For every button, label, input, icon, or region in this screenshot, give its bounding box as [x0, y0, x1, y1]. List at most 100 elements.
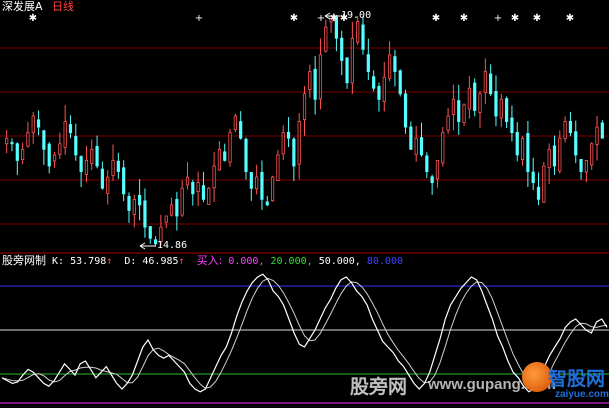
candle-body [169, 204, 174, 216]
candle-body [409, 126, 413, 150]
candle-body [478, 93, 482, 113]
candle-body [574, 131, 578, 156]
candle-body [270, 176, 275, 202]
candle-body [255, 176, 259, 190]
candle-body [84, 160, 89, 175]
candle-body [286, 131, 291, 139]
candle-body [419, 137, 424, 156]
signal-marker-icon: ✱ [432, 13, 440, 24]
candle-body [350, 37, 354, 84]
candle-body [116, 160, 120, 172]
candle-body [276, 154, 280, 181]
candle-body [26, 132, 30, 147]
kline-chart[interactable]: ✱ + ✱ + ✱ ✱ ✱ ✱ + ✱ ✱ ✱ [0, 0, 609, 408]
candle-body [201, 185, 206, 200]
candle-body [233, 115, 237, 130]
candle-body [302, 93, 307, 120]
candle-body [494, 91, 498, 117]
level-50-value: 50.000, [318, 256, 361, 267]
candle-body [457, 100, 461, 122]
d-arrow-icon: ↑ [178, 256, 185, 267]
candle-body [446, 115, 450, 131]
candle-body [462, 104, 466, 123]
candle-body [90, 148, 94, 164]
candle-body [5, 137, 9, 145]
signal-marker-icon: + [494, 13, 502, 24]
candle-body [403, 93, 408, 128]
candle-body [377, 86, 381, 100]
candle-body [74, 136, 78, 156]
level-80-value: 80.000 [366, 256, 403, 267]
k-label: K: [52, 256, 65, 267]
candle-body [505, 98, 509, 122]
candle-body [552, 145, 557, 167]
candle-body [249, 172, 253, 189]
candle-body [21, 148, 25, 160]
candle-body [180, 187, 184, 216]
period-label[interactable]: 日线 [52, 1, 74, 13]
candle-body [531, 171, 535, 184]
candle-body [425, 155, 429, 172]
candle-body [600, 122, 604, 139]
candle-body [387, 54, 392, 79]
candle-body [95, 146, 99, 167]
candle-body [536, 186, 541, 200]
candle-body [143, 200, 147, 228]
watermark-logo-cn: 智股网 [548, 368, 606, 390]
indicator-name[interactable]: 股旁网制 [2, 254, 46, 267]
candle-body [47, 143, 51, 167]
candle-body [36, 119, 41, 128]
candle-body [42, 130, 46, 150]
candle-body [340, 37, 344, 61]
signal-marker-icon: ✱ [460, 13, 468, 24]
candle-body [483, 71, 487, 93]
watermark-site-cn: 股旁网 [350, 376, 408, 398]
candle-body [563, 121, 567, 139]
candle-body [58, 143, 62, 155]
candle-body [52, 154, 57, 162]
candle-body [148, 226, 152, 239]
candle-body [217, 148, 222, 171]
candle-body [499, 98, 503, 119]
candle-body [281, 132, 285, 155]
candle-body [547, 148, 551, 169]
candle-body [441, 132, 445, 164]
candle-body [473, 82, 477, 111]
signal-marker-icon: ✱ [511, 13, 519, 24]
candle-body [590, 143, 594, 166]
d-label: D: [124, 256, 137, 267]
candle-body [297, 121, 301, 165]
candle-body [366, 54, 370, 72]
candle-body [10, 142, 14, 145]
candle-body [196, 182, 200, 192]
candle-body [122, 167, 126, 195]
candle-body [68, 124, 73, 134]
candle-body [579, 159, 583, 172]
candle-body [515, 131, 519, 156]
candle-body [361, 24, 365, 50]
k-value: 53.798 [70, 256, 107, 267]
candle-body [127, 195, 131, 211]
k-arrow-icon: ↑ [106, 256, 113, 267]
candle-body [435, 160, 440, 180]
signal-marker-icon: ✱ [290, 13, 298, 24]
candle-body [260, 171, 264, 200]
candle-body [308, 71, 312, 90]
signal-marker-icon: ✱ [330, 13, 338, 24]
indicator-header: 股旁网制 K: 53.798↑, D: 46.985↑, 买入: 0.000, … [2, 254, 403, 268]
watermark-logo-url: zaiyue.com [555, 389, 609, 400]
candle-body [414, 137, 418, 155]
signal-marker-icon: ✱ [566, 13, 574, 24]
candle-body [324, 26, 328, 52]
candle-body [63, 121, 67, 148]
candle-body [239, 121, 243, 139]
signal-marker-icon: ✱ [29, 13, 37, 24]
candle-body [175, 199, 179, 217]
candle-body [489, 73, 493, 95]
candle-body [111, 160, 115, 176]
candle-body [164, 215, 168, 223]
candle-body [185, 176, 190, 186]
candle-body [382, 76, 386, 102]
candle-body [132, 198, 136, 215]
candle-body [568, 120, 573, 134]
